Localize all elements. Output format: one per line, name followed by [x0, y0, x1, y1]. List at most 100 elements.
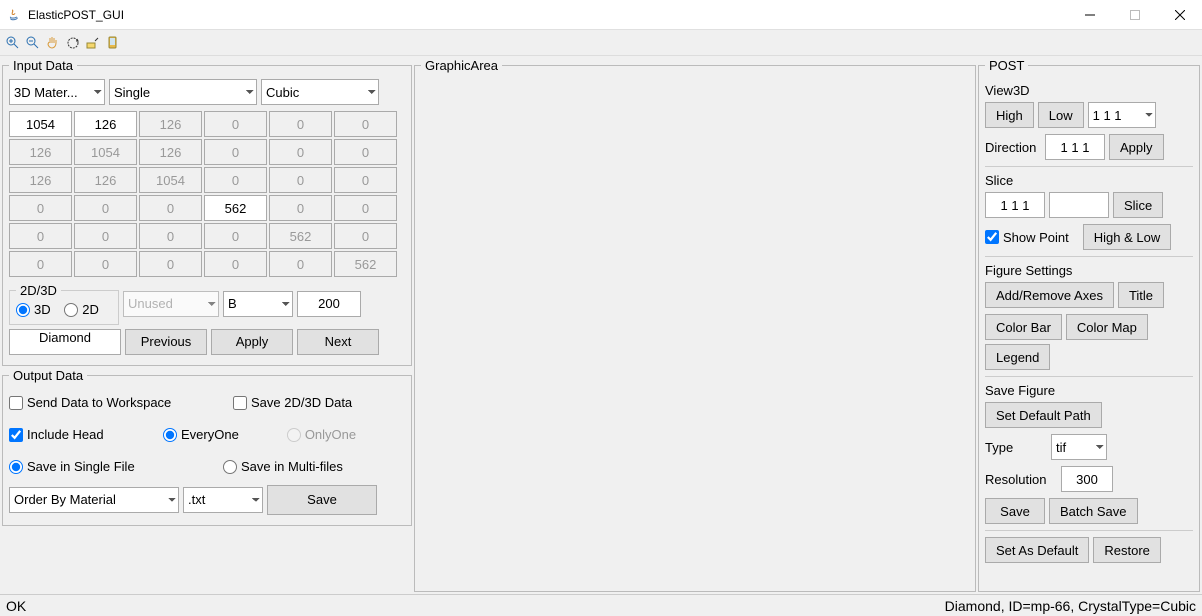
property-value[interactable] [297, 291, 361, 317]
matrix-cell-4-3: 0 [204, 223, 267, 249]
matrix-cell-1-5: 0 [334, 139, 397, 165]
previous-button[interactable]: Previous [125, 329, 207, 355]
colorbar-button[interactable]: Color Bar [985, 314, 1062, 340]
property-select[interactable]: B [223, 291, 293, 317]
matrix-cell-0-3: 0 [204, 111, 267, 137]
input-data-legend: Input Data [9, 58, 77, 73]
output-data-panel: Output Data Send Data to Workspace Save … [2, 368, 412, 526]
direction-label: Direction [985, 140, 1041, 155]
matrix-cell-0-1[interactable]: 126 [74, 111, 137, 137]
matrix-cell-5-0: 0 [9, 251, 72, 277]
include-head-check[interactable]: Include Head [9, 427, 149, 442]
next-button[interactable]: Next [297, 329, 379, 355]
axes-button[interactable]: Add/Remove Axes [985, 282, 1114, 308]
direction-apply-button[interactable]: Apply [1109, 134, 1164, 160]
apply-button[interactable]: Apply [211, 329, 293, 355]
matrix-cell-3-4: 0 [269, 195, 332, 221]
zoom-out-icon[interactable] [24, 34, 42, 52]
maximize-button [1112, 0, 1157, 30]
data-cursor-icon[interactable] [84, 34, 102, 52]
save-figure-header: Save Figure [985, 383, 1193, 398]
rotate-icon[interactable] [64, 34, 82, 52]
toolbar [0, 30, 1202, 56]
radio-3d[interactable]: 3D [16, 302, 51, 317]
status-bar: OK Diamond, ID=mp-66, CrystalType=Cubic [0, 594, 1202, 616]
count-select[interactable]: Single [109, 79, 257, 105]
legend-button: Legend [985, 344, 1050, 370]
direction-input[interactable] [1045, 134, 1105, 160]
status-left: OK [6, 598, 26, 614]
minimize-button[interactable] [1067, 0, 1112, 30]
everyone-radio[interactable]: EveryOne [163, 427, 239, 442]
input-data-panel: Input Data 3D Mater... Single Cubic 1054… [2, 58, 412, 366]
set-default-path-button[interactable]: Set Default Path [985, 402, 1102, 428]
matrix-cell-1-3: 0 [204, 139, 267, 165]
matrix-cell-2-2: 1054 [139, 167, 202, 193]
low-button[interactable]: Low [1038, 102, 1084, 128]
batch-save-button[interactable]: Batch Save [1049, 498, 1138, 524]
save-multi-radio[interactable]: Save in Multi-files [223, 459, 343, 474]
type-select[interactable]: tif [1051, 434, 1107, 460]
zoom-in-icon[interactable] [4, 34, 22, 52]
matrix-cell-5-4: 0 [269, 251, 332, 277]
window-title: ElasticPOST_GUI [28, 8, 1067, 22]
handheld-icon[interactable] [104, 34, 122, 52]
save-single-radio[interactable]: Save in Single File [9, 459, 209, 474]
pan-icon[interactable] [44, 34, 62, 52]
matrix-cell-3-2: 0 [139, 195, 202, 221]
output-data-legend: Output Data [9, 368, 87, 383]
matrix-cell-4-1: 0 [74, 223, 137, 249]
graphic-legend: GraphicArea [421, 58, 502, 73]
matrix-cell-2-0: 126 [9, 167, 72, 193]
matrix-cell-2-1: 126 [74, 167, 137, 193]
post-legend: POST [985, 58, 1028, 73]
type-label: Type [985, 440, 1047, 455]
onlyone-radio: OnlyOne [287, 427, 356, 442]
title-button[interactable]: Title [1118, 282, 1164, 308]
set-default-button[interactable]: Set As Default [985, 537, 1089, 563]
material-name-field[interactable]: Diamond [9, 329, 121, 355]
radio-2d[interactable]: 2D [64, 302, 99, 317]
matrix-cell-1-4: 0 [269, 139, 332, 165]
slice-button[interactable]: Slice [1113, 192, 1163, 218]
figure-settings-header: Figure Settings [985, 263, 1193, 278]
output-save-button[interactable]: Save [267, 485, 377, 515]
high-button[interactable]: High [985, 102, 1034, 128]
matrix-cell-0-5: 0 [334, 111, 397, 137]
crystal-select[interactable]: Cubic [261, 79, 379, 105]
matrix-cell-2-5: 0 [334, 167, 397, 193]
restore-button[interactable]: Restore [1093, 537, 1161, 563]
matrix-cell-5-3: 0 [204, 251, 267, 277]
resolution-input[interactable] [1061, 466, 1113, 492]
material-select[interactable]: 3D Mater... [9, 79, 105, 105]
dimension-group: 2D/3D 3D 2D [9, 283, 119, 325]
dimension-legend: 2D/3D [16, 283, 61, 298]
matrix-cell-0-0[interactable]: 1054 [9, 111, 72, 137]
java-icon [6, 7, 22, 23]
slice-header: Slice [985, 173, 1193, 188]
matrix-cell-4-5: 0 [334, 223, 397, 249]
matrix-cell-5-5: 562 [334, 251, 397, 277]
matrix-cell-3-3[interactable]: 562 [204, 195, 267, 221]
order-select[interactable]: Order By Material [9, 487, 179, 513]
matrix-cell-4-0: 0 [9, 223, 72, 249]
slice-val2-input[interactable] [1049, 192, 1109, 218]
ext-select[interactable]: .txt [183, 487, 263, 513]
send-workspace-check[interactable]: Send Data to Workspace [9, 395, 219, 410]
slice-hkl-input[interactable] [985, 192, 1045, 218]
close-button[interactable] [1157, 0, 1202, 30]
matrix-cell-1-1: 1054 [74, 139, 137, 165]
save-2d3d-check[interactable]: Save 2D/3D Data [233, 395, 352, 410]
hkl-select[interactable]: 1 1 1 [1088, 102, 1156, 128]
colormap-button[interactable]: Color Map [1066, 314, 1148, 340]
matrix-cell-2-4: 0 [269, 167, 332, 193]
high-low-button[interactable]: High & Low [1083, 224, 1171, 250]
show-point-check[interactable]: Show Point [985, 230, 1069, 245]
matrix-cell-2-3: 0 [204, 167, 267, 193]
graphic-area: GraphicArea [414, 58, 976, 592]
matrix-cell-0-4: 0 [269, 111, 332, 137]
figure-save-button[interactable]: Save [985, 498, 1045, 524]
unused-select: Unused [123, 291, 219, 317]
resolution-label: Resolution [985, 472, 1057, 487]
matrix-cell-3-5: 0 [334, 195, 397, 221]
